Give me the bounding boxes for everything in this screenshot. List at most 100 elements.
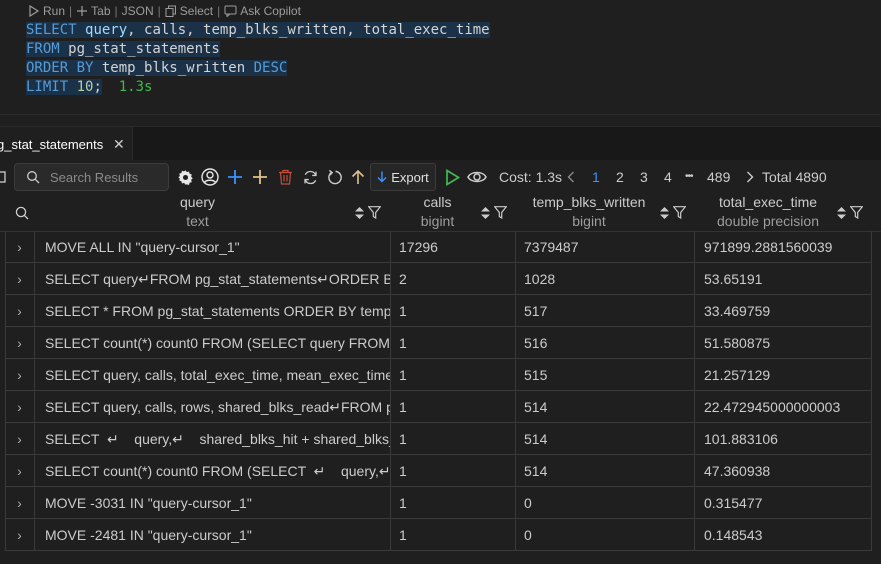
cell-query[interactable]: SELECT query, calls, rows, shared_blks_r…: [35, 391, 391, 423]
cell-temp-blks-written[interactable]: 0: [516, 487, 695, 519]
sort-icon[interactable]: [659, 206, 670, 220]
chevron-right-icon[interactable]: ›: [5, 327, 35, 359]
cell-total-exec-time[interactable]: 0.315477: [695, 487, 872, 519]
cell-query[interactable]: SELECT ↵ query,↵ shared_blks_hit + share…: [35, 423, 391, 455]
cell-total-exec-time[interactable]: 51.580875: [695, 327, 872, 359]
column-header-total-exec-time[interactable]: total_exec_time double precision: [698, 194, 838, 231]
chevron-right-icon[interactable]: ›: [5, 231, 35, 263]
codelens-json[interactable]: JSON: [122, 4, 154, 18]
cell-calls[interactable]: 1: [391, 487, 516, 519]
column-header-temp-blks-written[interactable]: temp_blks_written bigint: [520, 194, 658, 231]
filter-icon[interactable]: [850, 206, 863, 219]
cell-total-exec-time[interactable]: 21.257129: [695, 359, 872, 391]
page-2[interactable]: 2: [616, 160, 624, 194]
chevron-right-icon[interactable]: [743, 160, 757, 194]
table-row[interactable]: › MOVE -3031 IN "query-cursor_1" 1 0 0.3…: [0, 487, 881, 519]
cell-calls[interactable]: 1: [391, 455, 516, 487]
gear-icon[interactable]: [175, 160, 195, 194]
search-box[interactable]: [14, 163, 169, 191]
cell-temp-blks-written[interactable]: 515: [516, 359, 695, 391]
cell-total-exec-time[interactable]: 22.472945000000003: [695, 391, 872, 423]
page-3[interactable]: 3: [640, 160, 648, 194]
delete-icon[interactable]: [275, 160, 295, 194]
cell-query[interactable]: MOVE ALL IN "query-cursor_1": [35, 231, 391, 263]
cell-query[interactable]: SELECT count(*) count0 FROM (SELECT ↵ qu…: [35, 455, 391, 487]
eye-icon[interactable]: [466, 160, 488, 194]
cell-calls[interactable]: 2: [391, 263, 516, 295]
codelens-tab[interactable]: Tab: [76, 4, 111, 18]
filter-icon[interactable]: [673, 206, 686, 219]
cell-query[interactable]: SELECT query↵FROM pg_stat_statements↵ORD…: [35, 263, 391, 295]
add-column-icon[interactable]: [250, 160, 270, 194]
cell-query[interactable]: SELECT * FROM pg_stat_statements ORDER B…: [35, 295, 391, 327]
cell-temp-blks-written[interactable]: 516: [516, 327, 695, 359]
sql-editor[interactable]: Run | Tab | JSON | Select | Ask Copilot …: [0, 0, 881, 126]
page-last[interactable]: 489: [707, 160, 730, 194]
pagination-ellipsis[interactable]: •••: [685, 160, 693, 194]
chevron-left-icon[interactable]: [564, 160, 578, 194]
arrow-up-icon[interactable]: [348, 160, 368, 194]
cell-calls[interactable]: 1: [391, 327, 516, 359]
page-4[interactable]: 4: [664, 160, 672, 194]
chevron-right-icon[interactable]: ›: [5, 263, 35, 295]
cell-calls[interactable]: 17296: [391, 231, 516, 263]
cell-total-exec-time[interactable]: 53.65191: [695, 263, 872, 295]
cell-query[interactable]: SELECT count(*) count0 FROM (SELECT quer…: [35, 327, 391, 359]
search-icon[interactable]: [12, 194, 32, 231]
cell-total-exec-time[interactable]: 0.148543: [695, 519, 872, 551]
filter-icon[interactable]: [494, 206, 507, 219]
cell-calls[interactable]: 1: [391, 359, 516, 391]
cell-temp-blks-written[interactable]: 514: [516, 455, 695, 487]
reload-icon[interactable]: [325, 160, 345, 194]
table-row[interactable]: › SELECT query↵FROM pg_stat_statements↵O…: [0, 263, 881, 295]
user-icon[interactable]: [200, 160, 220, 194]
cell-temp-blks-written[interactable]: 517: [516, 295, 695, 327]
sort-icon[interactable]: [836, 206, 847, 220]
chevron-right-icon[interactable]: ›: [5, 295, 35, 327]
codelens-select[interactable]: Select: [165, 4, 213, 18]
add-row-icon[interactable]: [225, 160, 245, 194]
cell-query[interactable]: MOVE -2481 IN "query-cursor_1": [35, 519, 391, 551]
table-row[interactable]: › SELECT ↵ query,↵ shared_blks_hit + sha…: [0, 423, 881, 455]
chevron-right-icon[interactable]: ›: [5, 487, 35, 519]
table-row[interactable]: › MOVE -2481 IN "query-cursor_1" 1 0 0.1…: [0, 519, 881, 551]
tab-pg-stat-statements[interactable]: g_stat_statements ✕: [0, 127, 133, 161]
cell-temp-blks-written[interactable]: 0: [516, 519, 695, 551]
codelens-copilot[interactable]: Ask Copilot: [224, 4, 301, 18]
chevron-right-icon[interactable]: ›: [5, 391, 35, 423]
cell-total-exec-time[interactable]: 47.360938: [695, 455, 872, 487]
sort-icon[interactable]: [354, 206, 365, 220]
cell-total-exec-time[interactable]: 971899.2881560039: [695, 231, 872, 263]
column-header-query[interactable]: query text: [35, 194, 360, 231]
chevron-right-icon[interactable]: ›: [5, 359, 35, 391]
column-header-calls[interactable]: calls bigint: [395, 194, 480, 231]
cell-calls[interactable]: 1: [391, 519, 516, 551]
chevron-right-icon[interactable]: ›: [5, 455, 35, 487]
table-row[interactable]: › SELECT query, calls, total_exec_time, …: [0, 359, 881, 391]
filter-icon[interactable]: [368, 206, 381, 219]
cell-temp-blks-written[interactable]: 1028: [516, 263, 695, 295]
cell-temp-blks-written[interactable]: 514: [516, 391, 695, 423]
cell-total-exec-time[interactable]: 101.883106: [695, 423, 872, 455]
cell-temp-blks-written[interactable]: 7379487: [516, 231, 695, 263]
cell-calls[interactable]: 1: [391, 295, 516, 327]
cell-query[interactable]: SELECT query, calls, total_exec_time, me…: [35, 359, 391, 391]
search-input[interactable]: [50, 169, 162, 185]
table-row[interactable]: › SELECT * FROM pg_stat_statements ORDER…: [0, 295, 881, 327]
run-query-icon[interactable]: [442, 160, 462, 194]
cell-calls[interactable]: 1: [391, 391, 516, 423]
table-row[interactable]: › SELECT count(*) count0 FROM (SELECT ↵ …: [0, 455, 881, 487]
cell-temp-blks-written[interactable]: 514: [516, 423, 695, 455]
sort-icon[interactable]: [480, 206, 491, 220]
table-row[interactable]: › MOVE ALL IN "query-cursor_1" 17296 737…: [0, 231, 881, 263]
table-row[interactable]: › SELECT query, calls, rows, shared_blks…: [0, 391, 881, 423]
refresh-icon[interactable]: [300, 160, 320, 194]
chevron-right-icon[interactable]: ›: [5, 519, 35, 551]
page-1[interactable]: 1: [592, 160, 600, 194]
close-icon[interactable]: ✕: [113, 136, 125, 153]
cell-query[interactable]: MOVE -3031 IN "query-cursor_1": [35, 487, 391, 519]
chevron-right-icon[interactable]: ›: [5, 423, 35, 455]
codelens-run[interactable]: Run: [28, 4, 65, 18]
table-row[interactable]: › SELECT count(*) count0 FROM (SELECT qu…: [0, 327, 881, 359]
layout-icon[interactable]: [0, 160, 10, 194]
